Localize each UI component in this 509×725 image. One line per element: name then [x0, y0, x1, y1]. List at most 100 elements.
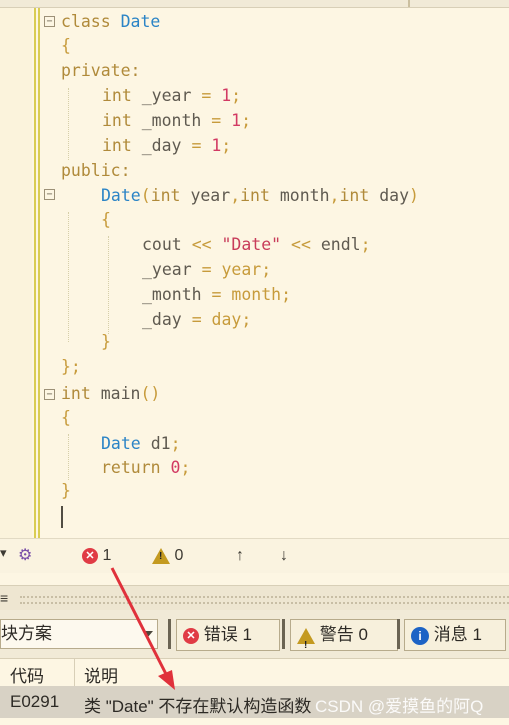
drag-handle[interactable] — [20, 596, 509, 604]
keyword-return: return — [101, 458, 161, 477]
operator: << — [291, 235, 311, 254]
warning-count: 0 — [174, 547, 184, 564]
panel-title-fragment: ≡ — [0, 590, 9, 606]
code-line-3: private: — [61, 61, 141, 80]
error-count: 1 — [102, 547, 112, 564]
error-icon: ✕ — [82, 547, 98, 564]
operator: = month; — [211, 285, 292, 304]
code-line-14: } — [101, 332, 111, 351]
toolbar-separator — [282, 619, 285, 649]
member-day: _day — [141, 136, 182, 155]
keyword-int: int — [240, 186, 270, 205]
error-code: E0291 — [10, 692, 60, 711]
line-number-gutter[interactable] — [0, 8, 32, 538]
document-tab-strip — [0, 0, 509, 8]
error-list-footer — [0, 718, 509, 725]
semicolon: ; — [170, 434, 181, 453]
code-line-16: int main() — [61, 382, 160, 406]
member-month: _month — [142, 285, 202, 304]
fold-toggle-constructor[interactable]: − — [44, 189, 55, 200]
scope-selector[interactable]: 块方案 — [0, 619, 158, 649]
operator: << — [191, 235, 212, 254]
variable-d1: d1 — [150, 434, 171, 453]
paren: ) — [409, 186, 419, 205]
keyword-int: int — [102, 136, 132, 155]
indent-guide — [68, 434, 70, 480]
code-line-12: _month = month; — [142, 283, 291, 307]
column-divider[interactable] — [74, 659, 75, 686]
code-line-13: _day = day; — [142, 308, 251, 332]
code-line-11: _year = year; — [142, 258, 271, 282]
string-literal: "Date" — [221, 235, 282, 254]
intellicode-icon[interactable]: ⚙ — [18, 545, 32, 565]
number-literal: 1 — [211, 136, 222, 155]
code-line-6: int _day = 1; — [102, 134, 231, 158]
operator: = — [191, 136, 202, 155]
warning-icon: ! — [297, 627, 315, 651]
operator: = day; — [191, 310, 252, 329]
info-icon: i — [411, 626, 429, 645]
paren: () — [140, 384, 161, 403]
keyword-int: int — [102, 111, 132, 130]
keyword-int: int — [61, 384, 91, 403]
number-literal: 1 — [221, 86, 232, 105]
keyword-int: int — [150, 186, 181, 205]
warning-icon: ! — [152, 547, 170, 564]
number-literal: 0 — [170, 458, 181, 477]
warnings-filter-button[interactable]: ! 警告 0 — [290, 619, 398, 651]
function-main: main — [100, 384, 141, 403]
semicolon: ; — [180, 458, 191, 477]
constructor-name: Date — [101, 186, 141, 205]
next-issue-button[interactable]: ↓ — [280, 547, 288, 565]
param-month: month — [279, 186, 330, 205]
error-indicator[interactable]: ✕ 1 — [82, 547, 111, 565]
code-line-7: public: — [61, 161, 131, 180]
errors-filter-button[interactable]: ✕ 错误 1 — [176, 619, 280, 651]
code-line-2: { — [61, 36, 71, 55]
warnings-filter-label: 警告 0 — [319, 625, 368, 644]
identifier-cout: cout — [142, 235, 182, 254]
comma: , — [329, 186, 340, 205]
operator: = — [211, 111, 222, 130]
error-list-toolbar: 块方案 ✕ 错误 1 ! 警告 0 i 消息 1 — [0, 610, 509, 658]
code-line-5: int _month = 1; — [102, 109, 251, 133]
semicolon: ; — [231, 86, 242, 105]
fold-toggle-main[interactable]: − — [44, 389, 55, 400]
code-line-9: { — [101, 210, 111, 229]
code-line-4: int _year = 1; — [102, 84, 241, 108]
warning-indicator[interactable]: ! 0 — [152, 547, 183, 565]
column-header-description[interactable]: 说明 — [84, 662, 118, 687]
param-year: year — [190, 186, 231, 205]
code-line-1: class Date — [61, 10, 160, 34]
error-list-title-bar[interactable]: ≡ — [0, 585, 509, 610]
scope-selector-value: 块方案 — [1, 624, 52, 643]
previous-issue-button[interactable]: ↑ — [236, 547, 244, 565]
type-name: Date — [101, 434, 141, 453]
toolbar-separator — [168, 619, 171, 649]
keyword-int: int — [339, 186, 370, 205]
messages-filter-button[interactable]: i 消息 1 — [404, 619, 506, 651]
code-editor[interactable]: − − − class Date { private: int _year = … — [40, 8, 509, 538]
paren: ( — [140, 186, 151, 205]
comma: , — [230, 186, 241, 205]
identifier-endl: endl — [320, 235, 361, 254]
code-line-20: } — [61, 481, 71, 500]
errors-filter-label: 错误 1 — [203, 625, 252, 644]
indent-guide — [68, 212, 70, 342]
zoom-dropdown-icon[interactable]: ▾ — [0, 545, 7, 561]
fold-toggle-class[interactable]: − — [44, 16, 55, 27]
keyword-class: class — [61, 12, 121, 31]
error-list-header: 代码 说明 — [0, 658, 509, 687]
code-line-8: Date(int year,int month,int day) — [101, 184, 419, 208]
param-day: day — [379, 186, 410, 205]
code-line-17: { — [61, 408, 71, 427]
member-day: _day — [142, 310, 182, 329]
keyword-int: int — [102, 86, 132, 105]
watermark: CSDN @爱摸鱼的阿Q — [315, 697, 484, 716]
column-header-code[interactable]: 代码 — [10, 662, 44, 687]
error-squiggle[interactable] — [152, 453, 172, 457]
indent-guide — [68, 88, 70, 160]
number-literal: 1 — [231, 111, 242, 130]
semicolon: ; — [241, 111, 252, 130]
operator: = year; — [201, 260, 272, 279]
